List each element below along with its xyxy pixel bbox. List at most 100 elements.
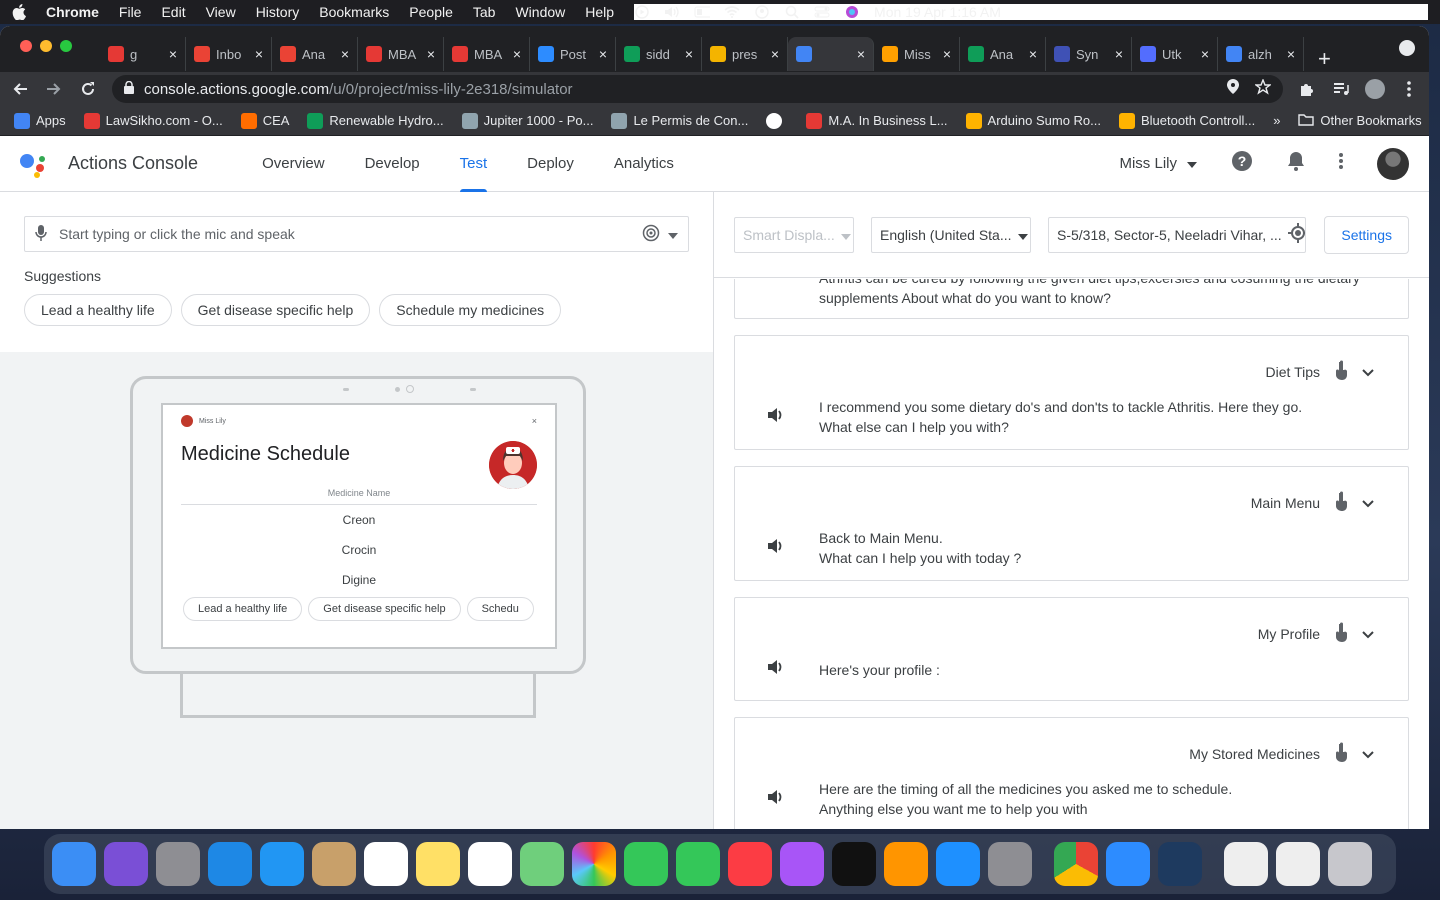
bookmark-item[interactable]: Apps	[14, 112, 66, 129]
tab-close-icon[interactable]: ×	[599, 46, 607, 62]
surface-select[interactable]: Smart Displa...	[734, 216, 854, 253]
menu-app-name[interactable]: Chrome	[46, 4, 99, 20]
safari-icon[interactable]	[208, 842, 252, 886]
location-pin-icon[interactable]	[1227, 79, 1239, 99]
finder-icon[interactable]	[52, 842, 96, 886]
matched-intent[interactable]: My Profile	[1258, 626, 1320, 642]
music-icon[interactable]	[728, 842, 772, 886]
bookmark-item[interactable]: CEA	[240, 112, 289, 129]
menu-edit[interactable]: Edit	[161, 4, 185, 20]
contacts-icon[interactable]	[312, 842, 356, 886]
device-suggestion-chip[interactable]: Get disease specific help	[308, 597, 461, 621]
more-vert-icon[interactable]	[1339, 153, 1343, 174]
google-assistant-logo-icon[interactable]	[20, 150, 48, 178]
messages-icon[interactable]	[624, 842, 668, 886]
other-bookmarks[interactable]: Other Bookmarks	[1298, 113, 1422, 129]
bookmark-item[interactable]	[766, 112, 788, 129]
close-window-button[interactable]	[20, 40, 32, 52]
bookmark-item[interactable]: Jupiter 1000 - Po...	[461, 112, 593, 129]
expand-chevron-icon[interactable]	[1362, 626, 1374, 642]
tab-close-icon[interactable]: ×	[771, 46, 779, 62]
browser-tab[interactable]: Post ×	[530, 37, 616, 71]
tab-close-icon[interactable]: ×	[513, 46, 521, 62]
battery-icon[interactable]	[694, 5, 711, 19]
minimize-window-button[interactable]	[40, 40, 52, 52]
apple-tv-icon[interactable]	[832, 842, 876, 886]
expand-chevron-icon[interactable]	[1362, 746, 1374, 762]
browser-tab[interactable]: MBA ×	[358, 37, 444, 71]
tab-close-icon[interactable]: ×	[255, 46, 263, 62]
volume-icon[interactable]	[664, 5, 680, 19]
menu-view[interactable]: View	[206, 4, 236, 20]
chrome-icon[interactable]	[1054, 842, 1098, 886]
touch-input-icon[interactable]	[642, 224, 660, 245]
reload-icon[interactable]	[78, 79, 98, 99]
suggestion-chip[interactable]: Schedule my medicines	[379, 294, 562, 326]
profile-avatar[interactable]	[1365, 79, 1385, 99]
menu-window[interactable]: Window	[515, 4, 565, 20]
device-suggestion-chip[interactable]: Lead a healthy life	[183, 597, 303, 621]
bookmark-item[interactable]: Le Permis de Con...	[611, 112, 748, 129]
list-item[interactable]: Crocin	[163, 535, 555, 565]
account-avatar[interactable]	[1377, 147, 1409, 180]
tab-develop[interactable]: Develop	[365, 136, 420, 192]
notifications-bell-icon[interactable]	[1287, 151, 1305, 176]
bookmark-item[interactable]: Bluetooth Controll...	[1119, 112, 1255, 129]
siri-icon[interactable]	[104, 842, 148, 886]
tab-close-icon[interactable]: ×	[1115, 46, 1123, 62]
menu-history[interactable]: History	[256, 4, 300, 20]
play-circle-icon[interactable]	[634, 5, 650, 19]
zoom-window-button[interactable]	[60, 40, 72, 52]
spotlight-search-icon[interactable]	[784, 5, 800, 19]
books-icon[interactable]	[884, 842, 928, 886]
suggestion-chip[interactable]: Get disease specific help	[180, 294, 371, 326]
bookmarks-overflow-button[interactable]: »	[1273, 113, 1280, 128]
browser-tab[interactable]: sidd ×	[616, 37, 702, 71]
menubar-clock[interactable]: Mon 19 Apr 1:16 AM	[874, 4, 1001, 20]
menu-file[interactable]: File	[119, 4, 142, 20]
language-select[interactable]: English (United Sta...	[871, 216, 1031, 253]
tab-deploy[interactable]: Deploy	[527, 136, 574, 192]
project-selector[interactable]: Miss Lily	[1119, 155, 1197, 172]
query-input[interactable]: Start typing or click the mic and speak	[24, 216, 689, 252]
expand-chevron-icon[interactable]	[1362, 495, 1374, 511]
tab-test[interactable]: Test	[459, 136, 487, 192]
apple-icon[interactable]	[12, 4, 26, 20]
user-account-icon[interactable]	[754, 5, 770, 19]
quicktime-icon[interactable]	[1158, 842, 1202, 886]
browser-tab[interactable]: Ana ×	[960, 37, 1046, 71]
siri-icon[interactable]	[844, 5, 860, 19]
input-mode-dropdown-icon[interactable]	[668, 226, 678, 242]
menu-help[interactable]: Help	[585, 4, 614, 20]
pdf-file-icon[interactable]	[1276, 842, 1320, 886]
browser-tab[interactable]: Ana ×	[272, 37, 358, 71]
speaker-icon[interactable]	[767, 789, 787, 810]
expand-chevron-icon[interactable]	[1362, 364, 1374, 380]
mic-icon[interactable]	[35, 224, 47, 244]
address-bar[interactable]: console.actions.google.com/u/0/project/m…	[112, 75, 1283, 103]
browser-tab[interactable]: Inbo ×	[186, 37, 272, 71]
tab-close-icon[interactable]: ×	[341, 46, 349, 62]
matched-intent[interactable]: Diet Tips	[1266, 364, 1320, 380]
matched-intent[interactable]: My Stored Medicines	[1189, 746, 1320, 762]
tab-close-icon[interactable]: ×	[943, 46, 951, 62]
browser-tab[interactable]: Miss ×	[874, 37, 960, 71]
location-field[interactable]: S-5/318, Sector-5, Neeladri Vihar, ...	[1048, 216, 1306, 253]
launchpad-icon[interactable]	[156, 842, 200, 886]
browser-tab[interactable]: pres ×	[702, 37, 788, 71]
bookmark-item[interactable]: Renewable Hydro...	[307, 112, 444, 129]
podcasts-icon[interactable]	[780, 842, 824, 886]
forward-arrow-icon[interactable]	[44, 79, 64, 99]
reminders-icon[interactable]	[468, 842, 512, 886]
browser-tab[interactable]: MBA ×	[444, 37, 530, 71]
new-tab-button[interactable]: +	[1318, 46, 1331, 72]
tab-close-icon[interactable]: ×	[685, 46, 693, 62]
browser-tab[interactable]: Utk ×	[1132, 37, 1218, 71]
photos-icon[interactable]	[572, 842, 616, 886]
browser-tab[interactable]: Syn ×	[1046, 37, 1132, 71]
tab-close-icon[interactable]: ×	[1287, 46, 1295, 62]
device-close-icon[interactable]: ×	[532, 416, 537, 426]
bookmark-star-icon[interactable]	[1253, 78, 1273, 99]
zoom-icon[interactable]	[1106, 842, 1150, 886]
device-suggestion-chip[interactable]: Schedu	[466, 597, 534, 621]
